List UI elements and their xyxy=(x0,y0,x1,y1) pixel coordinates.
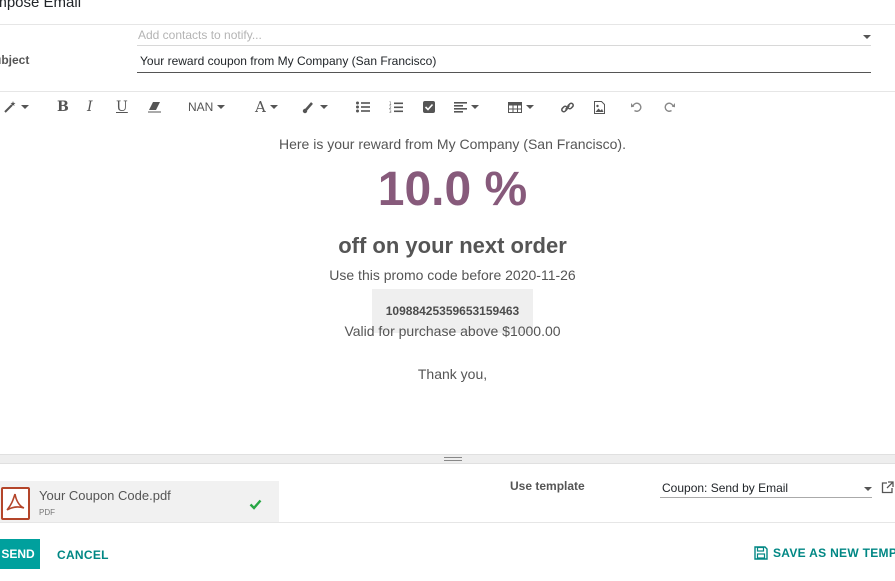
bold-button[interactable]: B xyxy=(57,97,69,117)
promo-code: 10988425359653159463 xyxy=(385,304,520,318)
magic-wand-button[interactable] xyxy=(3,97,29,117)
cancel-button[interactable]: CANCEL xyxy=(57,548,109,562)
editor-resize-handle[interactable] xyxy=(0,454,895,464)
undo-button[interactable] xyxy=(631,97,643,117)
paint-brush-icon xyxy=(302,102,313,114)
minimum-purchase-text: Valid for purchase above $1000.00 xyxy=(344,323,561,339)
undo-icon xyxy=(631,102,642,112)
template-value: Coupon: Send by Email xyxy=(662,481,789,495)
template-label: Use template xyxy=(510,479,585,493)
chevron-down-icon xyxy=(217,105,226,109)
email-intro: Here is your reward from My Company (San… xyxy=(279,136,626,152)
closing-text: Thank you, xyxy=(417,366,488,382)
editor-toolbar: B I U NAN A 123 xyxy=(0,91,895,125)
attachment-type: PDF xyxy=(39,508,55,517)
image-icon xyxy=(594,100,605,114)
chevron-down-icon xyxy=(471,105,479,109)
subject-input[interactable]: Your reward coupon from My Company (San … xyxy=(137,51,871,73)
ordered-list-button[interactable]: 123 xyxy=(389,97,403,117)
chevron-down-icon[interactable] xyxy=(864,487,872,491)
save-as-template-button[interactable]: SAVE AS NEW TEMPI xyxy=(754,546,895,560)
grip-line xyxy=(444,460,462,461)
link-icon xyxy=(561,102,574,112)
chevron-down-icon xyxy=(526,105,534,109)
image-button[interactable] xyxy=(594,97,605,117)
send-button[interactable]: SEND xyxy=(0,539,40,569)
chevron-down-icon[interactable] xyxy=(863,35,871,39)
underline-button[interactable]: U xyxy=(116,97,128,117)
checkbox-icon xyxy=(423,101,435,113)
pdf-file-icon xyxy=(1,487,30,520)
underline-icon: U xyxy=(116,99,128,115)
checklist-button[interactable] xyxy=(423,97,435,117)
font-size-dropdown[interactable]: NAN xyxy=(188,97,226,117)
floppy-disk-icon xyxy=(754,546,768,560)
eraser-icon xyxy=(148,102,161,113)
save-as-template-label: SAVE AS NEW TEMPI xyxy=(773,546,895,560)
template-select[interactable]: Coupon: Send by Email xyxy=(660,479,872,498)
table-icon xyxy=(508,101,522,113)
header-divider xyxy=(0,24,895,25)
email-body-editor[interactable]: Here is your reward from My Company (San… xyxy=(0,124,895,454)
italic-button[interactable]: I xyxy=(87,97,93,117)
attachment-name: Your Coupon Code.pdf xyxy=(39,488,171,503)
font-color-dropdown[interactable]: A xyxy=(255,97,278,117)
redo-icon xyxy=(664,102,675,112)
discount-amount: 10.0 % xyxy=(377,163,528,216)
link-button[interactable] xyxy=(561,97,574,117)
recipients-placeholder: Add contacts to notify... xyxy=(138,28,262,42)
discount-headline: off on your next order xyxy=(338,233,567,258)
align-left-icon xyxy=(454,101,467,113)
italic-icon: I xyxy=(87,99,93,115)
chevron-down-icon xyxy=(269,105,278,109)
subject-value: Your reward coupon from My Company (San … xyxy=(140,54,437,68)
chevron-down-icon xyxy=(320,105,328,109)
font-color-icon: A xyxy=(255,98,266,116)
footer-divider xyxy=(0,522,895,523)
redo-button[interactable] xyxy=(663,97,675,117)
chevron-down-icon xyxy=(21,105,29,109)
dialog-title: ompose Email xyxy=(0,0,82,11)
grip-line xyxy=(444,457,462,458)
magic-wand-icon xyxy=(4,101,16,113)
recipients-input[interactable]: Add contacts to notify... xyxy=(137,27,871,46)
bold-icon: B xyxy=(57,99,69,115)
unordered-list-icon xyxy=(356,101,370,113)
font-size-label: NAN xyxy=(188,100,214,114)
table-dropdown[interactable] xyxy=(508,97,534,117)
background-color-dropdown[interactable] xyxy=(302,97,328,117)
unordered-list-button[interactable] xyxy=(356,97,370,117)
validity-text: Use this promo code before 2020-11-26 xyxy=(329,267,576,283)
align-dropdown[interactable] xyxy=(454,97,479,117)
subject-label: ubject xyxy=(0,53,30,67)
attachment-card[interactable]: Your Coupon Code.pdf PDF xyxy=(0,481,279,523)
ordered-list-icon: 123 xyxy=(389,101,403,114)
svg-text:3: 3 xyxy=(389,109,392,114)
external-link-icon[interactable] xyxy=(881,481,894,499)
check-icon xyxy=(249,497,262,515)
eraser-button[interactable] xyxy=(147,97,162,117)
